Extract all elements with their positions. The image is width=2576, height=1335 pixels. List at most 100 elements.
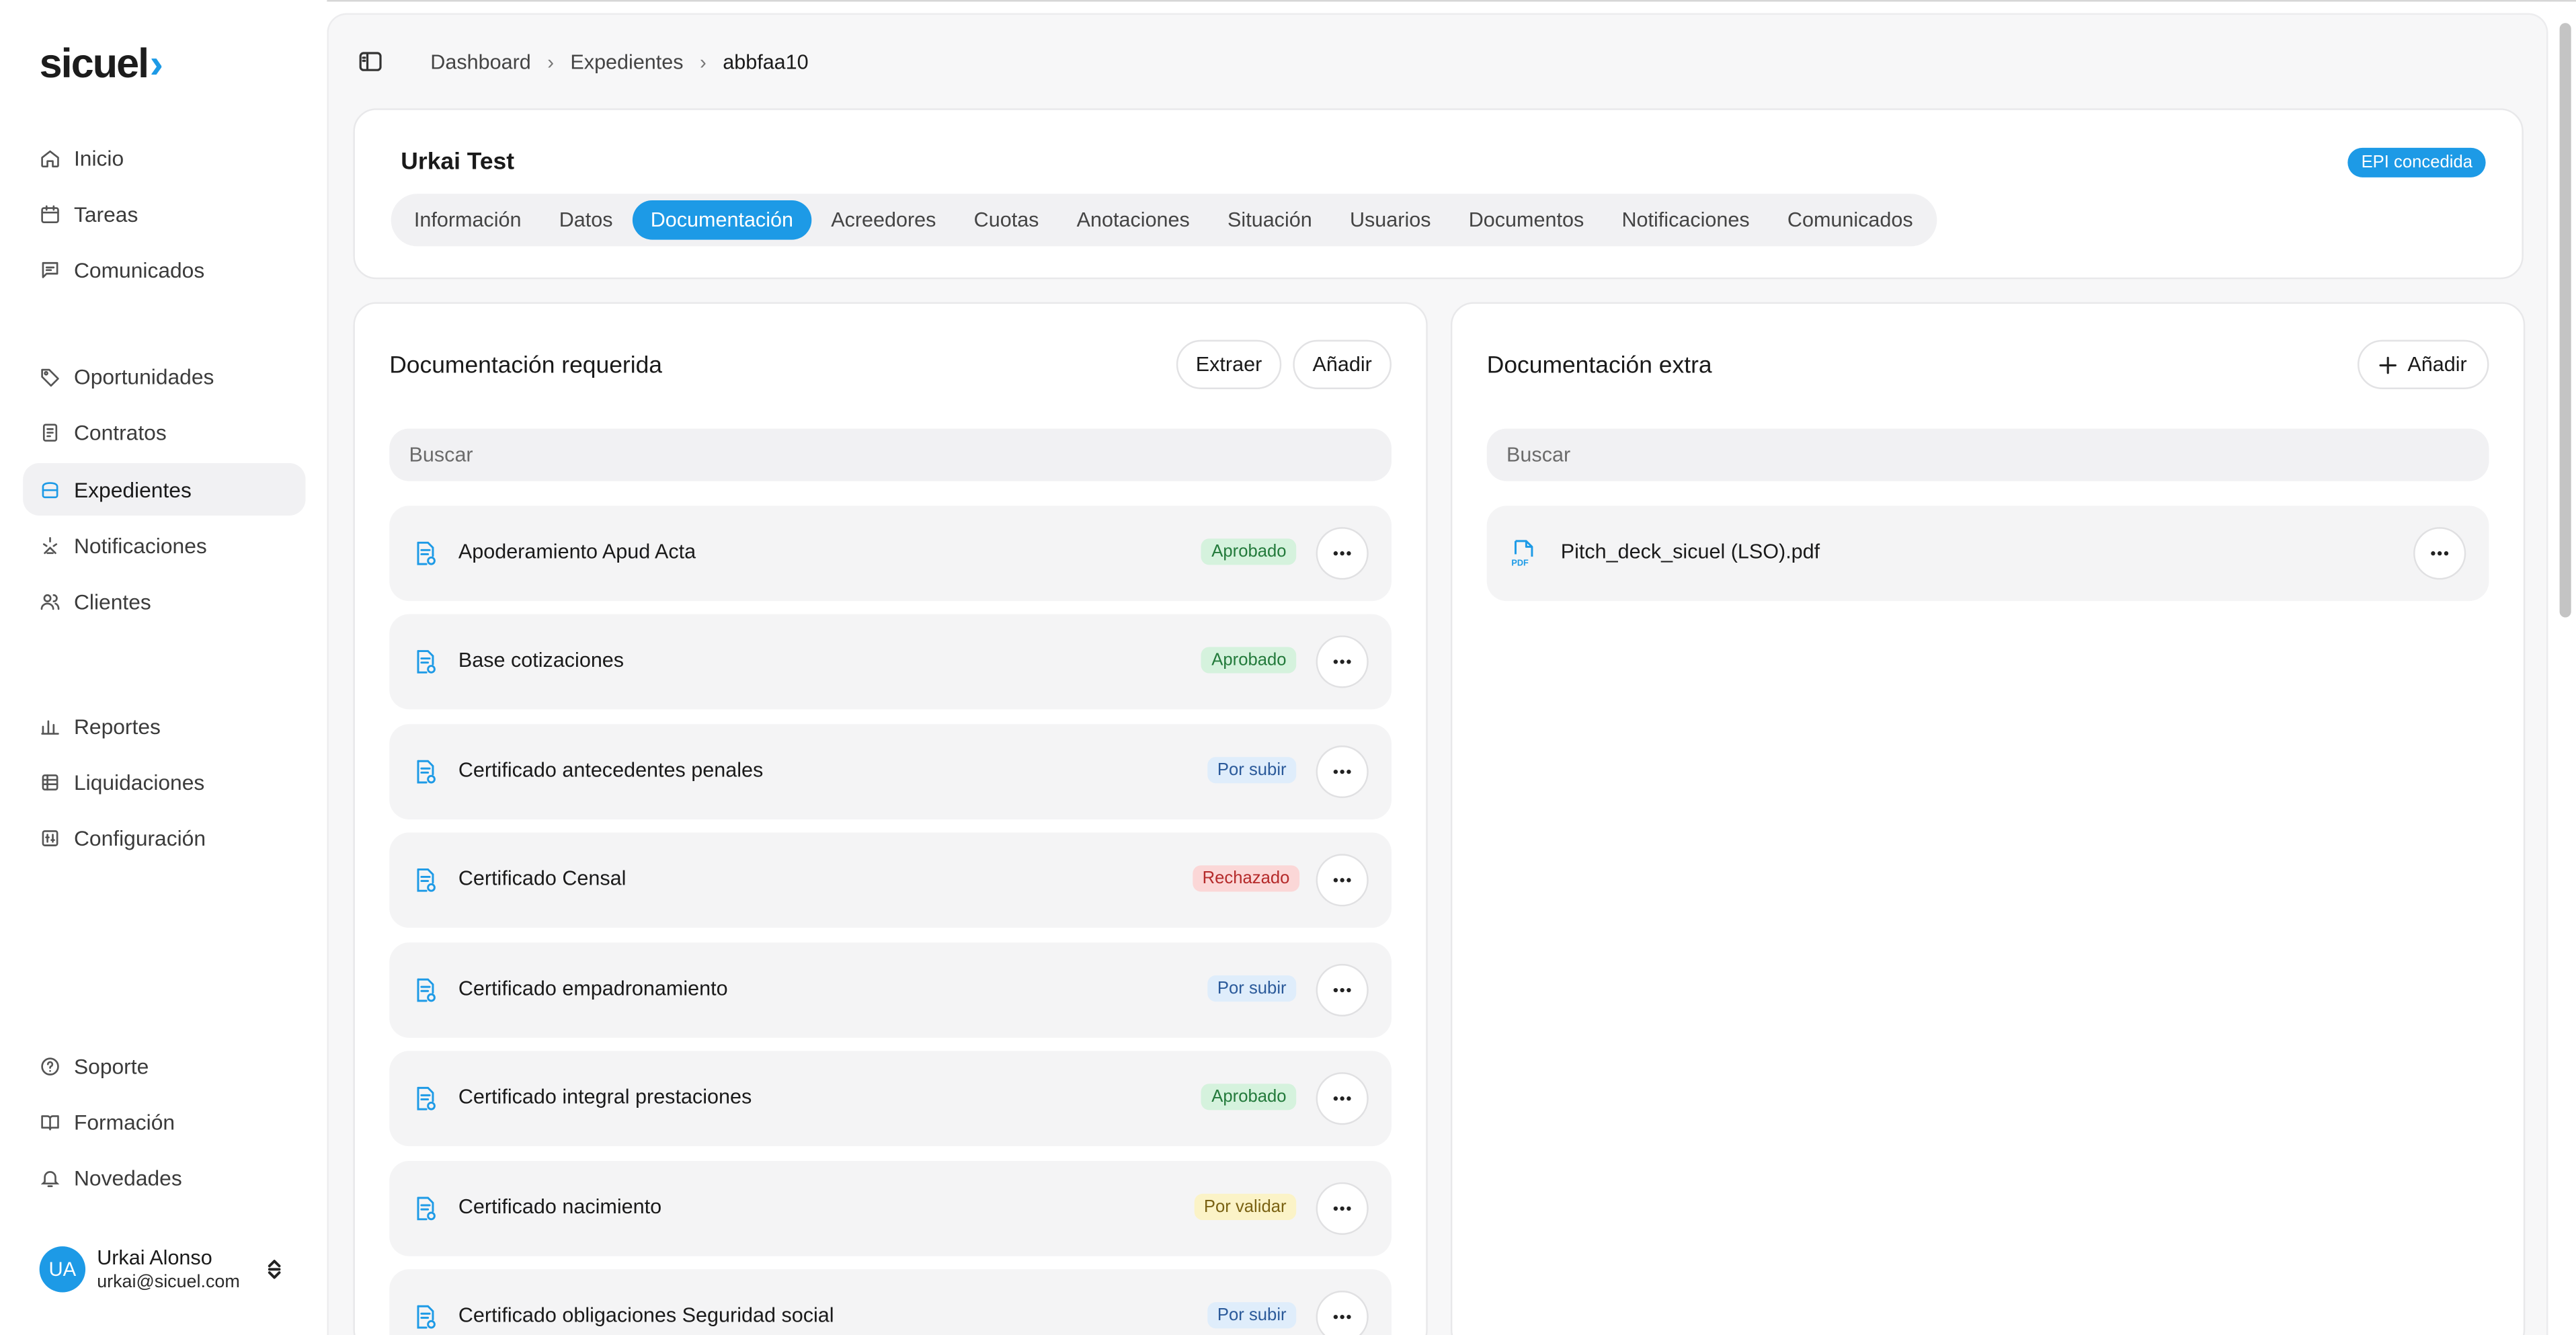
- list-item[interactable]: Certificado antecedentes penales Por sub…: [389, 724, 1392, 819]
- more-icon: [1333, 1206, 1351, 1211]
- add-extra-button[interactable]: Añadir: [2357, 339, 2489, 389]
- sidebar-toggle-icon[interactable]: [358, 49, 383, 74]
- tab-documentacion[interactable]: Documentación: [632, 200, 811, 240]
- more-options-button[interactable]: [1316, 1182, 1369, 1235]
- sidebar-item-novedades[interactable]: Novedades: [23, 1151, 305, 1203]
- sidebar-item-contratos[interactable]: Contratos: [23, 405, 305, 458]
- search-input[interactable]: [1486, 428, 2489, 481]
- document-name: Certificado obligaciones Seguridad socia…: [458, 1303, 834, 1327]
- page-scrollbar[interactable]: [2559, 23, 2571, 618]
- sidebar-item-soporte[interactable]: Soporte: [23, 1039, 305, 1092]
- chart-icon: [40, 715, 61, 737]
- more-options-button[interactable]: [1316, 635, 1369, 688]
- sidebar-item-label: Notificaciones: [73, 532, 207, 558]
- window-top-border: [0, 0, 2576, 2]
- sidebar-item-configuracion[interactable]: Configuración: [23, 811, 305, 864]
- more-icon: [1333, 1314, 1351, 1320]
- more-options-button[interactable]: [1316, 1291, 1369, 1335]
- document-name: Certificado integral prestaciones: [458, 1085, 752, 1108]
- list-item[interactable]: Certificado nacimiento Por validar: [389, 1161, 1392, 1256]
- more-options-button[interactable]: [1316, 1072, 1369, 1125]
- more-options-button[interactable]: [1316, 963, 1369, 1017]
- sidebar-item-formacion[interactable]: Formación: [23, 1095, 305, 1147]
- plus-icon: [2380, 356, 2398, 374]
- status-badge: Aprobado: [1201, 1084, 1297, 1110]
- breadcrumb-separator: ›: [700, 50, 707, 73]
- tab-cuotas[interactable]: Cuotas: [956, 200, 1057, 240]
- breadcrumb-expedientes[interactable]: Expedientes: [570, 50, 683, 73]
- help-icon: [40, 1055, 61, 1076]
- more-options-button[interactable]: [1316, 527, 1369, 580]
- sidebar-item-inicio[interactable]: Inicio: [23, 131, 305, 184]
- sidebar-item-label: Inicio: [73, 145, 124, 170]
- list-item[interactable]: Certificado integral prestaciones Aproba…: [389, 1051, 1392, 1147]
- sidebar-item-comunicados[interactable]: Comunicados: [23, 243, 305, 296]
- sidebar-item-label: Reportes: [73, 713, 161, 739]
- sidebar-item-liquidaciones[interactable]: Liquidaciones: [23, 756, 305, 808]
- chevron-up-down-icon[interactable]: [264, 1258, 284, 1281]
- sidebar-item-label: Novedades: [73, 1165, 182, 1190]
- tab-informacion[interactable]: Información: [396, 200, 539, 240]
- tab-documentos[interactable]: Documentos: [1451, 200, 1602, 240]
- document-name: Certificado antecedentes penales: [458, 758, 764, 782]
- list-item[interactable]: Certificado Censal Rechazado: [389, 832, 1392, 928]
- sidebar-item-reportes[interactable]: Reportes: [23, 700, 305, 752]
- panel-title: Documentación requerida: [389, 353, 663, 380]
- more-options-button[interactable]: [1316, 854, 1369, 907]
- sidebar-item-tareas[interactable]: Tareas: [23, 187, 305, 239]
- sidebar-item-expedientes[interactable]: Expedientes: [23, 462, 306, 516]
- document-name: Certificado Censal: [458, 866, 627, 890]
- more-icon: [1333, 551, 1351, 556]
- list-item[interactable]: Certificado empadronamiento Por subir: [389, 942, 1392, 1038]
- extract-button[interactable]: Extraer: [1176, 339, 1282, 389]
- tab-situacion[interactable]: Situación: [1209, 200, 1330, 240]
- pdf-icon: PDF: [1511, 540, 1533, 568]
- add-button[interactable]: Añadir: [1293, 339, 1392, 389]
- breadcrumb-separator: ›: [547, 50, 554, 73]
- sidebar-item-label: Oportunidades: [73, 364, 214, 389]
- tab-comunicados[interactable]: Comunicados: [1769, 200, 1931, 240]
- more-options-button[interactable]: [2413, 527, 2466, 580]
- status-badge: Por validar: [1194, 1193, 1297, 1221]
- more-icon: [2431, 551, 2449, 556]
- document-name: Certificado empadronamiento: [458, 977, 728, 1000]
- tab-notificaciones[interactable]: Notificaciones: [1604, 200, 1768, 240]
- list-item[interactable]: Apoderamiento Apud Acta Aprobado: [389, 505, 1392, 602]
- users-icon: [40, 590, 61, 612]
- tab-acreedores[interactable]: Acreedores: [813, 200, 954, 240]
- sidebar: sicuel› Inicio Tareas Comunicados Oportu…: [0, 0, 327, 1335]
- status-badge: Por subir: [1207, 975, 1297, 1002]
- document-icon: [417, 1086, 436, 1110]
- expediente-header: Urkai Test EPI concedida Información Dat…: [353, 108, 2524, 280]
- more-options-button[interactable]: [1316, 745, 1369, 799]
- sidebar-item-oportunidades[interactable]: Oportunidades: [23, 350, 305, 402]
- sidebar-item-notificaciones[interactable]: Notificaciones: [23, 519, 305, 571]
- sidebar-item-clientes[interactable]: Clientes: [23, 575, 305, 627]
- search-input[interactable]: [389, 428, 1392, 481]
- sidebar-item-label: Configuración: [73, 825, 206, 850]
- user-menu[interactable]: UA Urkai Alonso urkai@sicuel.com: [39, 1243, 303, 1295]
- list-item[interactable]: PDF Pitch_deck_sicuel (LSO).pdf: [1486, 505, 2489, 602]
- logo[interactable]: sicuel›: [39, 41, 163, 89]
- document-icon: [417, 978, 436, 1002]
- status-badge: EPI concedida: [2348, 147, 2486, 177]
- status-badge: Aprobado: [1201, 538, 1297, 565]
- home-icon: [40, 147, 61, 169]
- tab-usuarios[interactable]: Usuarios: [1332, 200, 1449, 240]
- status-badge: Aprobado: [1201, 647, 1297, 674]
- list-item[interactable]: Certificado obligaciones Seguridad socia…: [389, 1269, 1392, 1335]
- tab-anotaciones[interactable]: Anotaciones: [1059, 200, 1208, 240]
- document-name: Certificado nacimiento: [458, 1195, 662, 1219]
- document-icon: [417, 1197, 436, 1221]
- list-item[interactable]: Base cotizaciones Aprobado: [389, 614, 1392, 710]
- bell-icon: [40, 1167, 61, 1188]
- more-icon: [1333, 878, 1351, 883]
- status-badge: Rechazado: [1192, 865, 1300, 892]
- tag-icon: [40, 366, 61, 387]
- tab-datos[interactable]: Datos: [541, 200, 631, 240]
- notification-icon: [40, 534, 61, 556]
- more-icon: [1333, 1096, 1351, 1101]
- breadcrumb-dashboard[interactable]: Dashboard: [430, 50, 530, 73]
- logo-text: sicuel: [39, 41, 149, 87]
- document-icon: [417, 760, 436, 784]
